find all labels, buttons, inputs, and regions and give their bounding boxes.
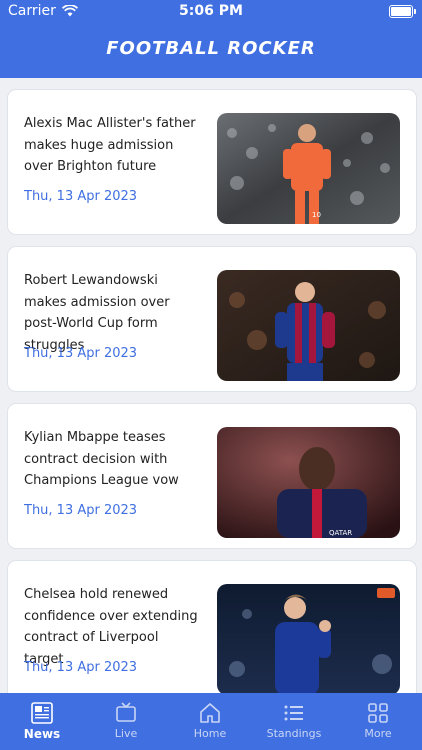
app-title: FOOTBALL ROCKER	[106, 38, 316, 59]
battery-icon	[389, 5, 416, 18]
clock: 5:06 PM	[179, 3, 243, 19]
tab-standings[interactable]: Standings	[252, 693, 336, 750]
news-card[interactable]: Chelsea hold renewed confidence over ext…	[7, 560, 417, 693]
news-card[interactable]: Kylian Mbappe teases contract decision w…	[7, 403, 417, 549]
tab-home[interactable]: Home	[168, 693, 252, 750]
news-title: Alexis Mac Allister's father makes huge …	[24, 116, 196, 174]
status-bar: Carrier 5:06 PM	[0, 0, 422, 24]
tv-icon	[116, 702, 136, 722]
news-date: Thu, 13 Apr 2023	[24, 346, 138, 361]
svg-text:10: 10	[312, 211, 321, 219]
tab-bar: News Live Home Standings More	[0, 693, 422, 750]
news-thumbnail	[217, 584, 400, 693]
news-card[interactable]: Alexis Mac Allister's father makes huge …	[7, 89, 417, 235]
tab-label: Home	[193, 727, 227, 740]
news-title: Kylian Mbappe teases contract decision w…	[24, 430, 179, 488]
list-icon	[284, 705, 303, 721]
news-card[interactable]: Robert Lewandowski makes admission over …	[7, 246, 417, 392]
tab-more[interactable]: More	[336, 693, 420, 750]
tab-label: Live	[114, 727, 138, 740]
tab-news[interactable]: News	[0, 693, 84, 750]
tab-label: More	[364, 727, 392, 740]
news-thumbnail	[217, 270, 400, 381]
tab-live[interactable]: Live	[84, 693, 168, 750]
app-header: Carrier 5:06 PM FOOTBALL ROCKER	[0, 0, 422, 78]
news-thumbnail: 10	[217, 113, 400, 224]
news-title: Chelsea hold renewed confidence over ext…	[24, 587, 198, 667]
grid-icon	[368, 703, 388, 723]
home-icon	[200, 703, 220, 723]
news-thumbnail: QATAR	[217, 427, 400, 538]
newspaper-icon	[31, 702, 53, 724]
news-date: Thu, 13 Apr 2023	[24, 503, 138, 518]
news-date: Thu, 13 Apr 2023	[24, 660, 138, 675]
news-title: Robert Lewandowski makes admission over …	[24, 273, 170, 353]
tab-label: Standings	[266, 727, 322, 740]
tab-label: News	[23, 727, 61, 741]
news-list[interactable]: Alexis Mac Allister's father makes huge …	[0, 78, 422, 693]
svg-text:QATAR: QATAR	[329, 529, 352, 537]
news-date: Thu, 13 Apr 2023	[24, 189, 138, 204]
